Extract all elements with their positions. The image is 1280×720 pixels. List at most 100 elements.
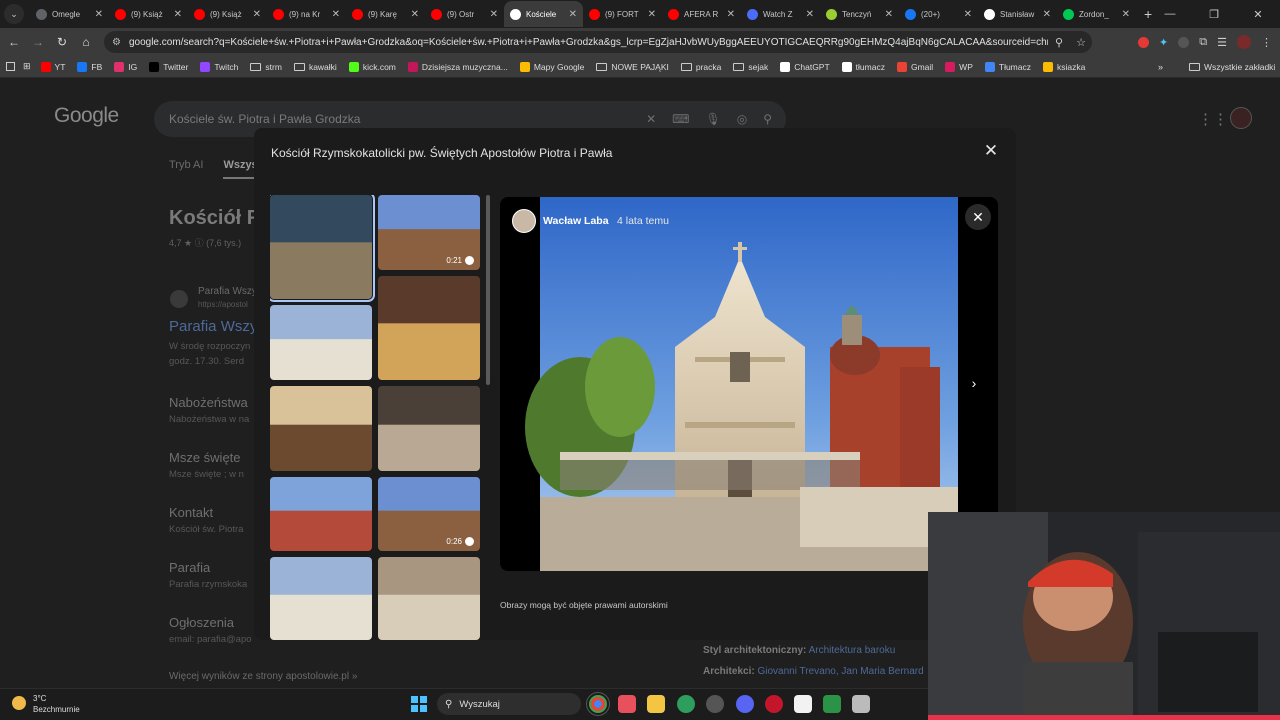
close-window-icon[interactable]: ✕ <box>1236 8 1280 21</box>
file-explorer-icon[interactable] <box>647 695 665 713</box>
bookmark-10[interactable]: NOWE PAJĄKI <box>596 62 669 72</box>
app-icon[interactable] <box>823 695 841 713</box>
extensions-puzzle-icon[interactable]: ⧉ <box>1199 36 1207 49</box>
bookmark-8[interactable]: Dzisiejsza muzyczna... <box>407 61 508 72</box>
sitelink-title[interactable]: Parafia <box>169 560 210 575</box>
close-tab-icon[interactable]: ✕ <box>885 9 893 20</box>
bookmark-5[interactable]: strm <box>250 62 282 72</box>
app-icon[interactable] <box>794 695 812 713</box>
tab-11[interactable]: (20+) ✕ <box>899 1 978 27</box>
camera-lens-icon[interactable]: ◎ <box>737 112 747 126</box>
keyboard-icon[interactable]: ⌨ <box>672 112 689 126</box>
extension-icon[interactable]: ✦ <box>1159 36 1168 49</box>
tab-ai-mode[interactable]: Tryb AI <box>169 159 203 179</box>
bookmark-13[interactable]: ChatGPT <box>780 61 830 72</box>
tab-1[interactable]: (9) Książ ✕ <box>109 1 188 27</box>
tab-10[interactable]: Tenczyń ✕ <box>820 1 899 27</box>
account-avatar[interactable] <box>1230 107 1252 129</box>
tab-6[interactable]: Kościele ✕ <box>504 1 583 27</box>
bookmark-14[interactable]: tłumacz <box>841 61 885 72</box>
minimize-icon[interactable]: — <box>1148 8 1192 20</box>
image-thumbnail[interactable] <box>270 386 372 471</box>
bookmark-4[interactable]: Twitch <box>200 61 238 72</box>
bookmark-9[interactable]: Mapy Google <box>519 61 584 72</box>
bookmark-3[interactable]: Twitter <box>149 61 188 72</box>
opera-icon[interactable] <box>765 695 783 713</box>
weather-temperature[interactable]: 3°C <box>33 694 46 703</box>
calculator-icon[interactable] <box>852 695 870 713</box>
author-avatar[interactable] <box>512 209 536 233</box>
restore-icon[interactable]: ❐ <box>1192 8 1236 21</box>
clear-icon[interactable]: ✕ <box>646 112 656 126</box>
author-name[interactable]: Wacław Laba <box>543 215 609 227</box>
bookmark-11[interactable]: pracka <box>680 62 721 72</box>
image-thumbnail[interactable] <box>270 305 372 380</box>
close-tab-icon[interactable]: ✕ <box>411 9 419 20</box>
bookmark-18[interactable]: ksiazka <box>1043 61 1085 72</box>
image-thumbnail[interactable]: 0:21 <box>378 195 480 270</box>
bookmark-0[interactable]: YT <box>40 61 65 72</box>
close-tab-icon[interactable]: ✕ <box>253 9 261 20</box>
viewer-close-icon[interactable]: ✕ <box>965 204 991 230</box>
sitelink-title[interactable]: Kontakt <box>169 505 213 520</box>
tab-13[interactable]: Zordon_ ✕ <box>1057 1 1136 27</box>
all-bookmarks-folder[interactable]: Wszystkie zakładki <box>1189 62 1275 72</box>
close-tab-icon[interactable]: ✕ <box>490 9 498 20</box>
bookmark-star-icon[interactable]: ☆ <box>1070 36 1092 49</box>
sitelink-title[interactable]: Nabożeństwa <box>169 395 248 410</box>
image-thumbnail[interactable] <box>378 386 480 471</box>
menu-kebab-icon[interactable]: ⋮ <box>1261 36 1272 49</box>
weather-description[interactable]: Bezchmurnie <box>33 705 80 714</box>
image-thumbnail[interactable]: 0:26 <box>378 477 480 551</box>
bookmarks-overflow-icon[interactable]: » <box>1158 62 1163 72</box>
reading-list-icon[interactable]: ☰ <box>1217 36 1227 49</box>
tab-9[interactable]: Watch Z ✕ <box>741 1 820 27</box>
tab-2[interactable]: (9) Książ ✕ <box>188 1 267 27</box>
extension-icon[interactable] <box>1178 36 1190 48</box>
image-thumbnail[interactable] <box>270 557 372 640</box>
zoom-icon[interactable]: ⚲ <box>1048 36 1070 49</box>
close-tab-icon[interactable]: ✕ <box>569 9 577 20</box>
thumbnail-scrollbar[interactable] <box>486 195 490 385</box>
close-tab-icon[interactable]: ✕ <box>727 9 735 20</box>
google-logo[interactable]: Google <box>54 104 119 128</box>
sitelink-title[interactable]: Ogłoszenia <box>169 615 234 630</box>
close-tab-icon[interactable]: ✕ <box>648 9 656 20</box>
bookmark-2[interactable]: IG <box>114 61 137 72</box>
forward-icon[interactable]: → <box>26 35 50 49</box>
bookmark-7[interactable]: kick.com <box>348 61 396 72</box>
chrome-icon[interactable] <box>586 692 610 716</box>
app-icon[interactable] <box>618 695 636 713</box>
tab-7[interactable]: (9) FORT ✕ <box>583 1 662 27</box>
site-info-icon[interactable]: ⚙ <box>112 37 121 48</box>
tab-4[interactable]: (9) Karę ✕ <box>346 1 425 27</box>
tab-0[interactable]: Omegle ✕ <box>30 1 109 27</box>
weather-moon-icon[interactable] <box>12 696 26 710</box>
sitelink-title[interactable]: Msze święte <box>169 450 241 465</box>
style-link[interactable]: Architektura baroku <box>809 645 896 656</box>
tab-search-button[interactable]: ⌄ <box>4 4 24 24</box>
record-extension-icon[interactable] <box>1138 36 1150 48</box>
bookmark-6[interactable]: kawałki <box>293 62 337 72</box>
result-title-link[interactable]: Parafia Wszy <box>169 318 257 335</box>
close-tab-icon[interactable]: ✕ <box>964 9 972 20</box>
sidebar-toggle-icon[interactable] <box>6 62 15 71</box>
close-tab-icon[interactable]: ✕ <box>806 9 814 20</box>
close-tab-icon[interactable]: ✕ <box>174 9 182 20</box>
next-image-chevron-icon[interactable]: › <box>962 371 986 395</box>
church-photo[interactable] <box>500 197 998 571</box>
tab-12[interactable]: Stanisław ✕ <box>978 1 1057 27</box>
image-thumbnail[interactable] <box>378 557 480 640</box>
apps-grid-icon[interactable]: ⊞ <box>23 61 31 72</box>
bookmark-12[interactable]: sejak <box>733 62 768 72</box>
taskbar-search[interactable]: ⚲ Wyszukaj <box>437 693 581 715</box>
image-thumbnail[interactable] <box>270 477 372 551</box>
tab-5[interactable]: (9) Ostr ✕ <box>425 1 504 27</box>
app-icon[interactable] <box>706 695 724 713</box>
modal-close-icon[interactable]: ✕ <box>982 141 1000 161</box>
windows-start-icon[interactable] <box>411 696 427 712</box>
security-shield-icon[interactable] <box>677 695 695 713</box>
search-icon[interactable]: ⚲ <box>763 112 772 126</box>
reload-icon[interactable]: ↻ <box>50 35 74 49</box>
bookmark-17[interactable]: Tłumacz <box>984 61 1031 72</box>
